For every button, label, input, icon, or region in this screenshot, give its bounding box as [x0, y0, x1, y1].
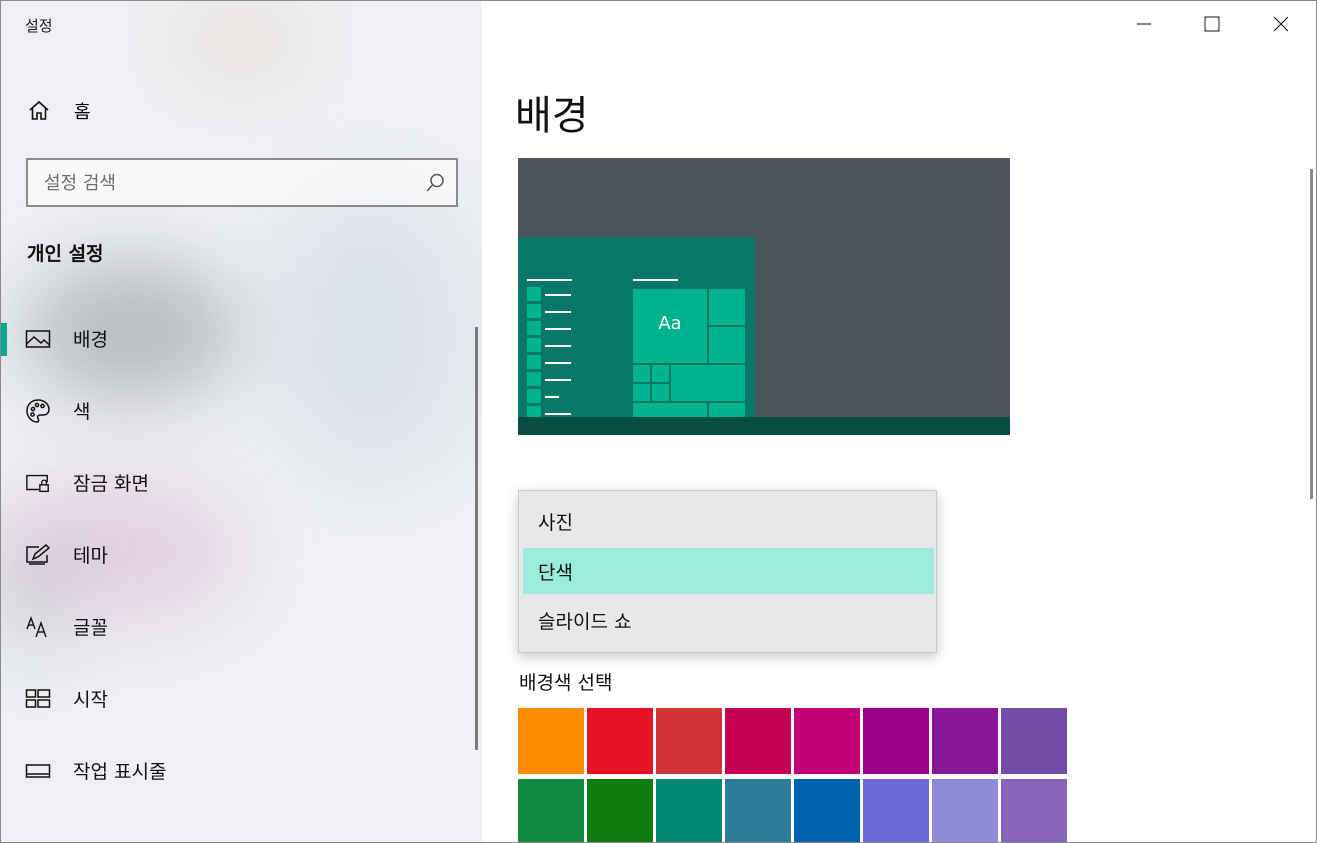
- font-icon: [25, 614, 51, 640]
- sidebar-item-lock-screen[interactable]: 잠금 화면: [1, 447, 471, 519]
- picture-icon: [25, 326, 51, 352]
- color-swatch[interactable]: [725, 779, 791, 842]
- sidebar-item-label: 글꼴: [73, 617, 108, 639]
- home-label: 홈: [74, 102, 91, 123]
- settings-search-box[interactable]: [26, 158, 458, 207]
- minimize-button[interactable]: [1110, 1, 1178, 51]
- close-button[interactable]: [1247, 1, 1315, 51]
- sidebar-item-fonts[interactable]: 글꼴: [1, 591, 471, 663]
- dropdown-option-slideshow[interactable]: 슬라이드 쇼: [523, 597, 934, 643]
- color-swatch[interactable]: [863, 779, 929, 842]
- sidebar-item-colors[interactable]: 색: [1, 375, 471, 447]
- close-icon: [1273, 16, 1289, 36]
- sidebar-item-label: 배경: [73, 329, 108, 351]
- theme-brush-icon: [25, 542, 51, 568]
- home-icon: [25, 97, 53, 125]
- color-swatch[interactable]: [932, 779, 998, 842]
- color-swatch[interactable]: [587, 708, 653, 774]
- color-swatch[interactable]: [656, 708, 722, 774]
- sidebar-item-background[interactable]: 배경: [1, 303, 471, 375]
- main-scrollbar[interactable]: [1310, 169, 1313, 499]
- maximize-button[interactable]: [1178, 1, 1246, 51]
- sidebar-scrollbar[interactable]: [475, 327, 478, 750]
- sidebar-item-label: 테마: [73, 545, 108, 567]
- search-icon[interactable]: [424, 172, 446, 194]
- sidebar-nav: 배경 색 잠금 화면 테마 글꼴 시작 작업 표시줄: [1, 303, 471, 807]
- settings-window: 설정 홈 개인 설정: [0, 0, 1317, 843]
- color-swatch[interactable]: [518, 708, 584, 774]
- sidebar-item-label: 잠금 화면: [73, 473, 149, 495]
- sidebar-item-label: 시작: [73, 689, 108, 711]
- dropdown-option-solid-color[interactable]: 단색: [523, 548, 934, 594]
- sidebar-item-start[interactable]: 시작: [1, 663, 471, 735]
- color-swatch[interactable]: [863, 708, 929, 774]
- color-swatch[interactable]: [794, 779, 860, 842]
- lock-screen-icon: [25, 470, 51, 496]
- color-swatch[interactable]: [518, 779, 584, 842]
- page-title: 배경: [515, 93, 589, 139]
- color-swatch[interactable]: [794, 708, 860, 774]
- color-swatch[interactable]: [587, 779, 653, 842]
- sidebar-item-themes[interactable]: 테마: [1, 519, 471, 591]
- color-swatch[interactable]: [656, 779, 722, 842]
- section-title: 개인 설정: [27, 243, 104, 265]
- palette-icon: [25, 398, 51, 424]
- background-type-dropdown[interactable]: 사진 단색 슬라이드 쇼: [518, 490, 937, 653]
- preview-tile-text: Aa: [658, 312, 682, 334]
- preview-taskbar: [518, 417, 1010, 435]
- color-swatch[interactable]: [932, 708, 998, 774]
- home-nav-item[interactable]: 홈: [25, 96, 91, 126]
- color-swatch[interactable]: [1001, 708, 1067, 774]
- dropdown-option-picture[interactable]: 사진: [523, 498, 934, 544]
- background-preview: Aa: [518, 158, 1010, 435]
- taskbar-icon: [25, 758, 51, 784]
- start-tiles-icon: [25, 686, 51, 712]
- sidebar-item-label: 작업 표시줄: [73, 761, 167, 783]
- app-title: 설정: [25, 17, 53, 35]
- sidebar-item-taskbar[interactable]: 작업 표시줄: [1, 735, 471, 807]
- sidebar: 설정 홈 개인 설정: [1, 1, 482, 842]
- maximize-icon: [1204, 16, 1220, 36]
- sidebar-item-label: 색: [73, 401, 91, 423]
- color-swatch[interactable]: [1001, 779, 1067, 842]
- search-input[interactable]: [42, 168, 416, 198]
- color-swatch[interactable]: [725, 708, 791, 774]
- minimize-icon: [1136, 16, 1152, 36]
- choose-background-color-label: 배경색 선택: [519, 672, 613, 694]
